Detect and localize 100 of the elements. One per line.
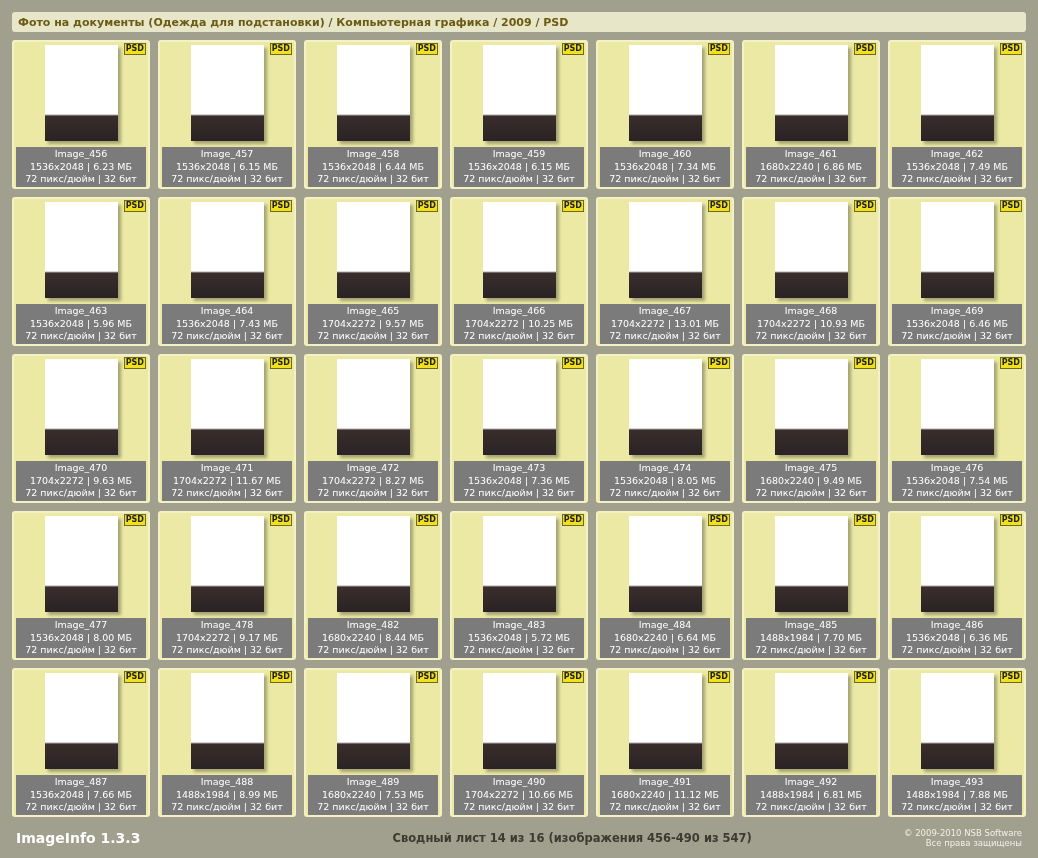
file-size: 1704x2272 | 10.25 МБ xyxy=(464,317,574,331)
file-name: Image_473 xyxy=(492,462,546,475)
file-name: Image_461 xyxy=(784,148,838,161)
file-size: 1536x2048 | 5.96 МБ xyxy=(29,317,133,331)
file-name: Image_485 xyxy=(784,619,838,632)
thumbnail-card[interactable]: PSD Image_489 1680x2240 | 7.53 МБ 72 пикс/дюйм | 32 бит xyxy=(304,668,442,817)
thumbnail-card[interactable]: PSD Image_463 1536x2048 | 5.96 МБ 72 пикс/дюйм | 32 бит xyxy=(12,197,150,346)
file-type-icon: PSD xyxy=(561,514,584,526)
file-type-icon: PSD xyxy=(561,43,584,55)
file-size: 1704x2272 | 10.93 МБ xyxy=(756,317,866,331)
file-resolution: 72 пикс/дюйм | 32 бит xyxy=(25,801,137,814)
file-name: Image_489 xyxy=(346,776,400,789)
file-type-icon: PSD xyxy=(999,671,1022,683)
file-resolution: 72 пикс/дюйм | 32 бит xyxy=(317,487,429,500)
thumbnail-card[interactable]: PSD Image_459 1536x2048 | 6.15 МБ 72 пикс/дюйм | 32 бит xyxy=(450,40,588,189)
file-resolution: 72 пикс/дюйм | 32 бит xyxy=(755,173,867,186)
thumbnail-card[interactable]: PSD Image_470 1704x2272 | 9.63 МБ 72 пикс/дюйм | 32 бит xyxy=(12,354,150,503)
file-type-icon: PSD xyxy=(415,357,438,369)
thumbnail-card[interactable]: PSD Image_472 1704x2272 | 8.27 МБ 72 пикс/дюйм | 32 бит xyxy=(304,354,442,503)
file-type-icon: PSD xyxy=(123,514,146,526)
file-resolution: 72 пикс/дюйм | 32 бит xyxy=(463,644,575,657)
thumbnail-card[interactable]: PSD Image_458 1536x2048 | 6.44 МБ 72 пикс/дюйм | 32 бит xyxy=(304,40,442,189)
file-size: 1680x2240 | 9.49 МБ xyxy=(759,474,863,488)
file-size: 1680x2240 | 6.64 МБ xyxy=(613,631,717,645)
thumbnail-card[interactable]: PSD Image_465 1704x2272 | 9.57 МБ 72 пикс/дюйм | 32 бит xyxy=(304,197,442,346)
file-resolution: 72 пикс/дюйм | 32 бит xyxy=(463,330,575,343)
file-size: 1680x2240 | 7.53 МБ xyxy=(321,788,425,802)
file-name: Image_465 xyxy=(346,305,400,318)
thumbnail-card[interactable]: PSD Image_491 1680x2240 | 11.12 МБ 72 пикс/дюйм | 32 бит xyxy=(596,668,734,817)
file-name: Image_456 xyxy=(54,148,108,161)
file-type-icon: PSD xyxy=(561,200,584,212)
file-type-icon: PSD xyxy=(269,200,292,212)
thumbnail-card[interactable]: PSD Image_473 1536x2048 | 7.36 МБ 72 пикс/дюйм | 32 бит xyxy=(450,354,588,503)
thumbnail-card[interactable]: PSD Image_478 1704x2272 | 9.17 МБ 72 пикс/дюйм | 32 бит xyxy=(158,511,296,660)
page-info: Сводный лист 14 из 16 (изображения 456-490 из 547) xyxy=(392,831,752,845)
thumbnail-card[interactable]: PSD Image_485 1488x1984 | 7.70 МБ 72 пикс/дюйм | 32 бит xyxy=(742,511,880,660)
file-size: 1704x2272 | 9.57 МБ xyxy=(321,317,425,331)
file-size: 1680x2240 | 6.86 МБ xyxy=(759,160,863,174)
file-size: 1536x2048 | 7.66 МБ xyxy=(29,788,133,802)
file-type-icon: PSD xyxy=(707,671,730,683)
thumbnail-card[interactable]: PSD Image_486 1536x2048 | 6.36 МБ 72 пикс/дюйм | 32 бит xyxy=(888,511,1026,660)
thumbnail-card[interactable]: PSD Image_482 1680x2240 | 8.44 МБ 72 пикс/дюйм | 32 бит xyxy=(304,511,442,660)
thumbnail-card[interactable]: PSD Image_471 1704x2272 | 11.67 МБ 72 пикс/дюйм | 32 бит xyxy=(158,354,296,503)
file-resolution: 72 пикс/дюйм | 32 бит xyxy=(609,801,721,814)
file-name: Image_476 xyxy=(930,462,984,475)
file-name: Image_491 xyxy=(638,776,692,789)
app-name: ImageInfo 1.3.3 xyxy=(16,830,141,846)
file-type-icon: PSD xyxy=(853,200,876,212)
thumbnail-card[interactable]: PSD Image_456 1536x2048 | 6.23 МБ 72 пикс/дюйм | 32 бит xyxy=(12,40,150,189)
thumbnail-card[interactable]: PSD Image_490 1704x2272 | 10.66 МБ 72 пикс/дюйм | 32 бит xyxy=(450,668,588,817)
thumbnail-card[interactable]: PSD Image_466 1704x2272 | 10.25 МБ 72 пикс/дюйм | 32 бит xyxy=(450,197,588,346)
file-size: 1536x2048 | 7.43 МБ xyxy=(175,317,279,331)
thumbnail-card[interactable]: PSD Image_492 1488x1984 | 6.81 МБ 72 пикс/дюйм | 32 бит xyxy=(742,668,880,817)
file-resolution: 72 пикс/дюйм | 32 бит xyxy=(755,801,867,814)
file-type-icon: PSD xyxy=(853,671,876,683)
file-name: Image_464 xyxy=(200,305,254,318)
thumbnail-card[interactable]: PSD Image_475 1680x2240 | 9.49 МБ 72 пикс/дюйм | 32 бит xyxy=(742,354,880,503)
file-size: 1536x2048 | 8.05 МБ xyxy=(613,474,717,488)
file-type-icon: PSD xyxy=(853,514,876,526)
file-resolution: 72 пикс/дюйм | 32 бит xyxy=(317,330,429,343)
file-name: Image_478 xyxy=(200,619,254,632)
file-type-icon: PSD xyxy=(999,43,1022,55)
file-size: 1536x2048 | 6.46 МБ xyxy=(905,317,1009,331)
thumbnail-card[interactable]: PSD Image_487 1536x2048 | 7.66 МБ 72 пикс/дюйм | 32 бит xyxy=(12,668,150,817)
file-name: Image_475 xyxy=(784,462,838,475)
copyright-text: © 2009-2010 NSB Software xyxy=(904,828,1022,838)
thumbnail-card[interactable]: PSD Image_477 1536x2048 | 8.00 МБ 72 пикс/дюйм | 32 бит xyxy=(12,511,150,660)
thumbnail-card[interactable]: PSD Image_476 1536x2048 | 7.54 МБ 72 пикс/дюйм | 32 бит xyxy=(888,354,1026,503)
file-name: Image_486 xyxy=(930,619,984,632)
file-size: 1704x2272 | 11.67 МБ xyxy=(172,474,282,488)
file-name: Image_493 xyxy=(930,776,984,789)
file-type-icon: PSD xyxy=(123,200,146,212)
thumbnail-card[interactable]: PSD Image_493 1488x1984 | 7.88 МБ 72 пикс/дюйм | 32 бит xyxy=(888,668,1026,817)
file-type-icon: PSD xyxy=(123,357,146,369)
thumbnail-card[interactable]: PSD Image_460 1536x2048 | 7.34 МБ 72 пикс/дюйм | 32 бит xyxy=(596,40,734,189)
file-type-icon: PSD xyxy=(707,43,730,55)
file-name: Image_492 xyxy=(784,776,838,789)
thumbnail-card[interactable]: PSD Image_464 1536x2048 | 7.43 МБ 72 пикс/дюйм | 32 бит xyxy=(158,197,296,346)
file-resolution: 72 пикс/дюйм | 32 бит xyxy=(609,330,721,343)
file-size: 1704x2272 | 10.66 МБ xyxy=(464,788,574,802)
file-resolution: 72 пикс/дюйм | 32 бит xyxy=(463,487,575,500)
file-resolution: 72 пикс/дюйм | 32 бит xyxy=(901,330,1013,343)
file-name: Image_458 xyxy=(346,148,400,161)
thumbnail-card[interactable]: PSD Image_467 1704x2272 | 13.01 МБ 72 пикс/дюйм | 32 бит xyxy=(596,197,734,346)
thumbnail-card[interactable]: PSD Image_488 1488x1984 | 8.99 МБ 72 пикс/дюйм | 32 бит xyxy=(158,668,296,817)
file-name: Image_477 xyxy=(54,619,108,632)
thumbnail-card[interactable]: PSD Image_462 1536x2048 | 7.49 МБ 72 пикс/дюйм | 32 бит xyxy=(888,40,1026,189)
file-size: 1536x2048 | 7.54 МБ xyxy=(905,474,1009,488)
file-size: 1536x2048 | 6.23 МБ xyxy=(29,160,133,174)
file-size: 1680x2240 | 11.12 МБ xyxy=(610,788,720,802)
thumbnail-card[interactable]: PSD Image_484 1680x2240 | 6.64 МБ 72 пикс/дюйм | 32 бит xyxy=(596,511,734,660)
file-type-icon: PSD xyxy=(269,357,292,369)
thumbnail-card[interactable]: PSD Image_474 1536x2048 | 8.05 МБ 72 пикс/дюйм | 32 бит xyxy=(596,354,734,503)
thumbnail-card[interactable]: PSD Image_469 1536x2048 | 6.46 МБ 72 пикс/дюйм | 32 бит xyxy=(888,197,1026,346)
thumbnail-card[interactable]: PSD Image_468 1704x2272 | 10.93 МБ 72 пикс/дюйм | 32 бит xyxy=(742,197,880,346)
file-name: Image_490 xyxy=(492,776,546,789)
thumbnail-card[interactable]: PSD Image_483 1536x2048 | 5.72 МБ 72 пикс/дюйм | 32 бит xyxy=(450,511,588,660)
thumbnail-card[interactable]: PSD Image_461 1680x2240 | 6.86 МБ 72 пикс/дюйм | 32 бит xyxy=(742,40,880,189)
file-type-icon: PSD xyxy=(999,514,1022,526)
thumbnail-card[interactable]: PSD Image_457 1536x2048 | 6.15 МБ 72 пикс/дюйм | 32 бит xyxy=(158,40,296,189)
